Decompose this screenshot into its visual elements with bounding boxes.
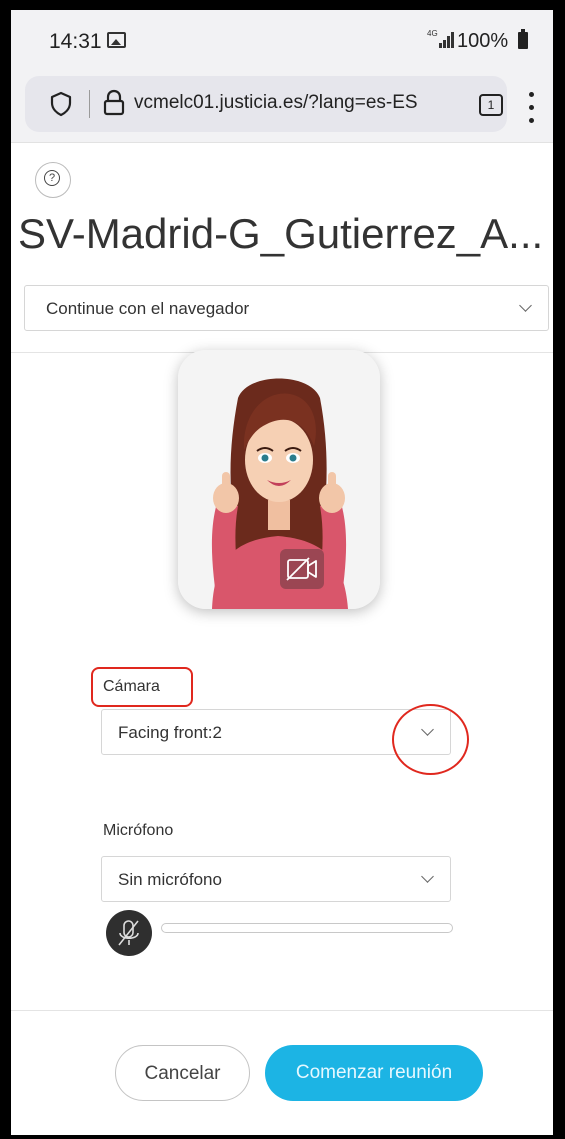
microphone-select-value: Sin micrófono: [118, 870, 222, 889]
browser-viewport: 14:31 4G 100% vcmelc01.justicia.es/?lang…: [11, 10, 553, 1135]
chevron-down-icon: [421, 870, 434, 883]
browser-toolbar: vcmelc01.justicia.es/?lang=es-ES 1: [11, 68, 553, 143]
microphone-label: Micrófono: [103, 822, 174, 839]
camera-select-value: Facing front:2: [118, 723, 222, 742]
lock-icon[interactable]: [103, 89, 125, 117]
signal-icon: [439, 32, 455, 48]
tabs-icon[interactable]: 1: [479, 94, 503, 116]
status-time: 14:31: [49, 30, 102, 53]
microphone-select[interactable]: Sin micrófono: [101, 856, 451, 902]
address-divider: [89, 90, 90, 118]
network-type-label: 4G: [427, 29, 438, 38]
video-preview: [178, 350, 380, 609]
join-method-value: Continue con el navegador: [46, 299, 250, 318]
url-text[interactable]: vcmelc01.justicia.es/?lang=es-ES: [134, 92, 462, 114]
cancel-button[interactable]: Cancelar: [115, 1045, 250, 1101]
chevron-down-icon: [519, 299, 532, 312]
divider: [11, 1010, 553, 1011]
more-options-icon[interactable]: [527, 92, 535, 126]
start-meeting-button[interactable]: Comenzar reunión: [265, 1045, 483, 1101]
microphone-muted-icon: [118, 920, 139, 946]
battery-percentage: 100%: [457, 30, 509, 52]
help-button[interactable]: ?: [35, 162, 71, 198]
camera-label: Cámara: [103, 678, 160, 695]
status-bar: 14:31 4G 100%: [11, 10, 553, 68]
join-method-select[interactable]: Continue con el navegador: [24, 285, 549, 331]
meeting-title: SV-Madrid-G_Gutierrez_A...: [18, 210, 544, 257]
address-bar[interactable]: vcmelc01.justicia.es/?lang=es-ES 1: [25, 76, 507, 132]
shield-icon[interactable]: [49, 91, 73, 117]
microphone-level-meter: [161, 923, 453, 933]
mute-microphone-button[interactable]: [106, 910, 152, 956]
camera-off-icon[interactable]: [280, 549, 324, 589]
avatar-illustration: [178, 350, 380, 609]
chevron-highlight-circle: [392, 704, 469, 775]
help-icon: ?: [44, 170, 60, 186]
image-notification-icon: [107, 32, 126, 48]
battery-icon: [518, 29, 528, 49]
